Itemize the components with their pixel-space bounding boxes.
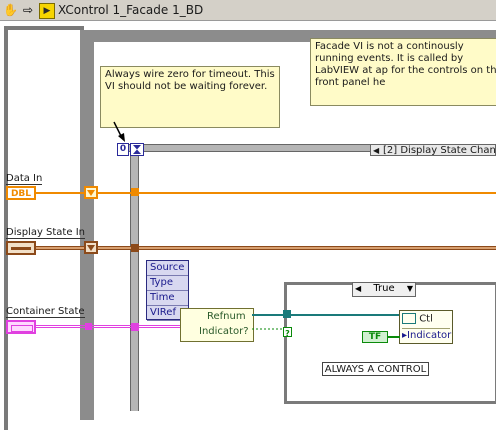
- refnum-wire: [252, 314, 286, 316]
- event-structure-left-frame: [130, 144, 139, 411]
- data-in-wire: [36, 192, 496, 194]
- refnum-icon: [402, 313, 416, 324]
- display-state-in-terminal[interactable]: [6, 241, 36, 255]
- case-dropdown-icon[interactable]: ▼: [407, 283, 413, 295]
- case-selector-label: True: [373, 283, 395, 294]
- outer-frame-top-border: [4, 26, 84, 30]
- refnum-inner-wire: [291, 314, 399, 316]
- container-state-wire: [36, 325, 182, 328]
- property-node-class[interactable]: Ctl: [402, 313, 450, 325]
- case-prev-arrow-icon[interactable]: ◀: [355, 283, 361, 295]
- unbundle-indicator[interactable]: Indicator?: [181, 324, 253, 339]
- unbundle-refnum[interactable]: Refnum: [181, 309, 253, 324]
- arrow-icon[interactable]: ⇨: [21, 3, 35, 17]
- data-in-event-tunnel: [131, 188, 139, 196]
- case-selector[interactable]: ◀ True ▼: [352, 282, 416, 297]
- display-state-tunnel: [84, 241, 98, 254]
- window-title: XControl 1_Facade 1_BD: [58, 3, 204, 17]
- data-in-label: Data In: [6, 173, 43, 185]
- event-data-type[interactable]: Type: [147, 276, 188, 291]
- display-state-event-tunnel: [131, 244, 139, 252]
- hourglass-icon[interactable]: [130, 143, 144, 156]
- property-node[interactable]: Ctl ▸Indicator: [399, 310, 453, 344]
- comment-timeout: Always wire zero for timeout. This VI sh…: [100, 66, 280, 128]
- block-diagram[interactable]: Facade VI is not a continously running e…: [0, 22, 496, 430]
- labview-icon: ▶: [39, 3, 55, 19]
- case-structure[interactable]: [284, 282, 496, 404]
- case-selector-terminal[interactable]: ?: [283, 327, 292, 338]
- window-titlebar: ✋ ⇨ ▶ XControl 1_Facade 1_BD: [0, 0, 496, 21]
- refnum-case-tunnel: [283, 310, 291, 318]
- event-data-source[interactable]: Source: [147, 261, 188, 276]
- display-state-in-label: Display State In: [6, 227, 85, 239]
- event-case-label: [2] Display State Chan: [383, 145, 496, 156]
- event-data-time[interactable]: Time: [147, 291, 188, 306]
- property-node-indicator[interactable]: ▸Indicator: [402, 328, 451, 343]
- display-state-wire: [36, 246, 496, 250]
- boolean-wire: [388, 336, 400, 338]
- comment-facade: Facade VI is not a continously running e…: [310, 38, 496, 106]
- comment-arrow-icon: [113, 121, 125, 142]
- event-case-selector[interactable]: ◀ [2] Display State Chan: [370, 144, 496, 156]
- container-state-event-tunnel: [131, 323, 139, 331]
- case-label-always-control: ALWAYS A CONTROL: [322, 362, 429, 376]
- decrement-arrow-icon[interactable]: ◀: [373, 145, 379, 155]
- data-in-tunnel: [84, 186, 98, 199]
- timeout-constant[interactable]: 0: [117, 143, 129, 156]
- container-state-label: Container State: [6, 306, 85, 318]
- data-in-terminal[interactable]: DBL: [6, 186, 36, 200]
- hand-icon[interactable]: ✋: [3, 3, 18, 17]
- unbundle-by-name-node[interactable]: Refnum Indicator?: [180, 308, 254, 342]
- boolean-constant[interactable]: TF: [362, 331, 388, 343]
- container-state-tunnel: [85, 323, 92, 330]
- container-state-terminal[interactable]: [6, 320, 36, 334]
